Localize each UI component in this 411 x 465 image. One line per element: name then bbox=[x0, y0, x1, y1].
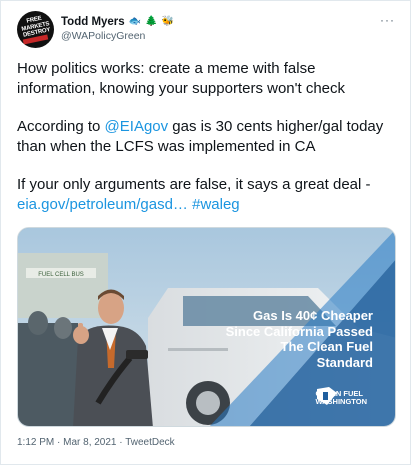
mention-link[interactable]: @EIAgov bbox=[105, 118, 169, 135]
tweet-card: FREE MARKETS DESTROY Todd Myers 🐟 🌲 🐝 @W… bbox=[0, 0, 411, 465]
tweet-media-image[interactable]: FUEL CELL BUS Gas Is 40¢ Cheaper Since C… bbox=[17, 227, 396, 427]
tweet-text: How politics works: create a meme with f… bbox=[17, 59, 397, 214]
more-horizontal-icon[interactable]: ··· bbox=[380, 13, 395, 27]
bee-emoji-icon: 🐝 bbox=[161, 16, 175, 27]
tweet-paragraph-3: If your only arguments are false, it say… bbox=[17, 175, 397, 214]
url-link[interactable]: eia.gov/petroleum/gasd… bbox=[17, 196, 188, 213]
user-handle[interactable]: @WAPolicyGreen bbox=[61, 30, 145, 42]
tweet-timestamp[interactable]: 1:12 PM · Mar 8, 2021 · TweetDeck bbox=[17, 437, 175, 448]
clean-fuel-logo: CLEAN FUEL WASHINGTON bbox=[315, 385, 367, 411]
text-prefix: If your only arguments are false, it say… bbox=[17, 176, 371, 193]
name-row: Todd Myers 🐟 🌲 🐝 bbox=[61, 14, 174, 30]
tree-emoji-icon: 🌲 bbox=[145, 16, 158, 27]
building bbox=[18, 253, 108, 318]
text-prefix: According to bbox=[17, 118, 105, 135]
bus-sign-text: FUEL CELL BUS bbox=[38, 272, 84, 278]
avatar[interactable]: FREE MARKETS DESTROY bbox=[17, 11, 54, 48]
display-name[interactable]: Todd Myers bbox=[61, 16, 125, 28]
tweet-paragraph-2: According to @EIAgov gas is 30 cents hig… bbox=[17, 117, 397, 156]
crowd-left bbox=[18, 323, 78, 426]
media-headline: Gas Is 40¢ Cheaper Since California Pass… bbox=[225, 308, 373, 370]
tweet-header: FREE MARKETS DESTROY Todd Myers 🐟 🌲 🐝 @W… bbox=[17, 11, 397, 49]
tweet-paragraph-1: How politics works: create a meme with f… bbox=[17, 60, 346, 97]
fish-emoji-icon: 🐟 bbox=[128, 16, 142, 27]
person-head bbox=[98, 292, 124, 324]
hashtag-link[interactable]: #waleg bbox=[192, 196, 240, 213]
gas-pump-logo-icon bbox=[317, 387, 338, 405]
